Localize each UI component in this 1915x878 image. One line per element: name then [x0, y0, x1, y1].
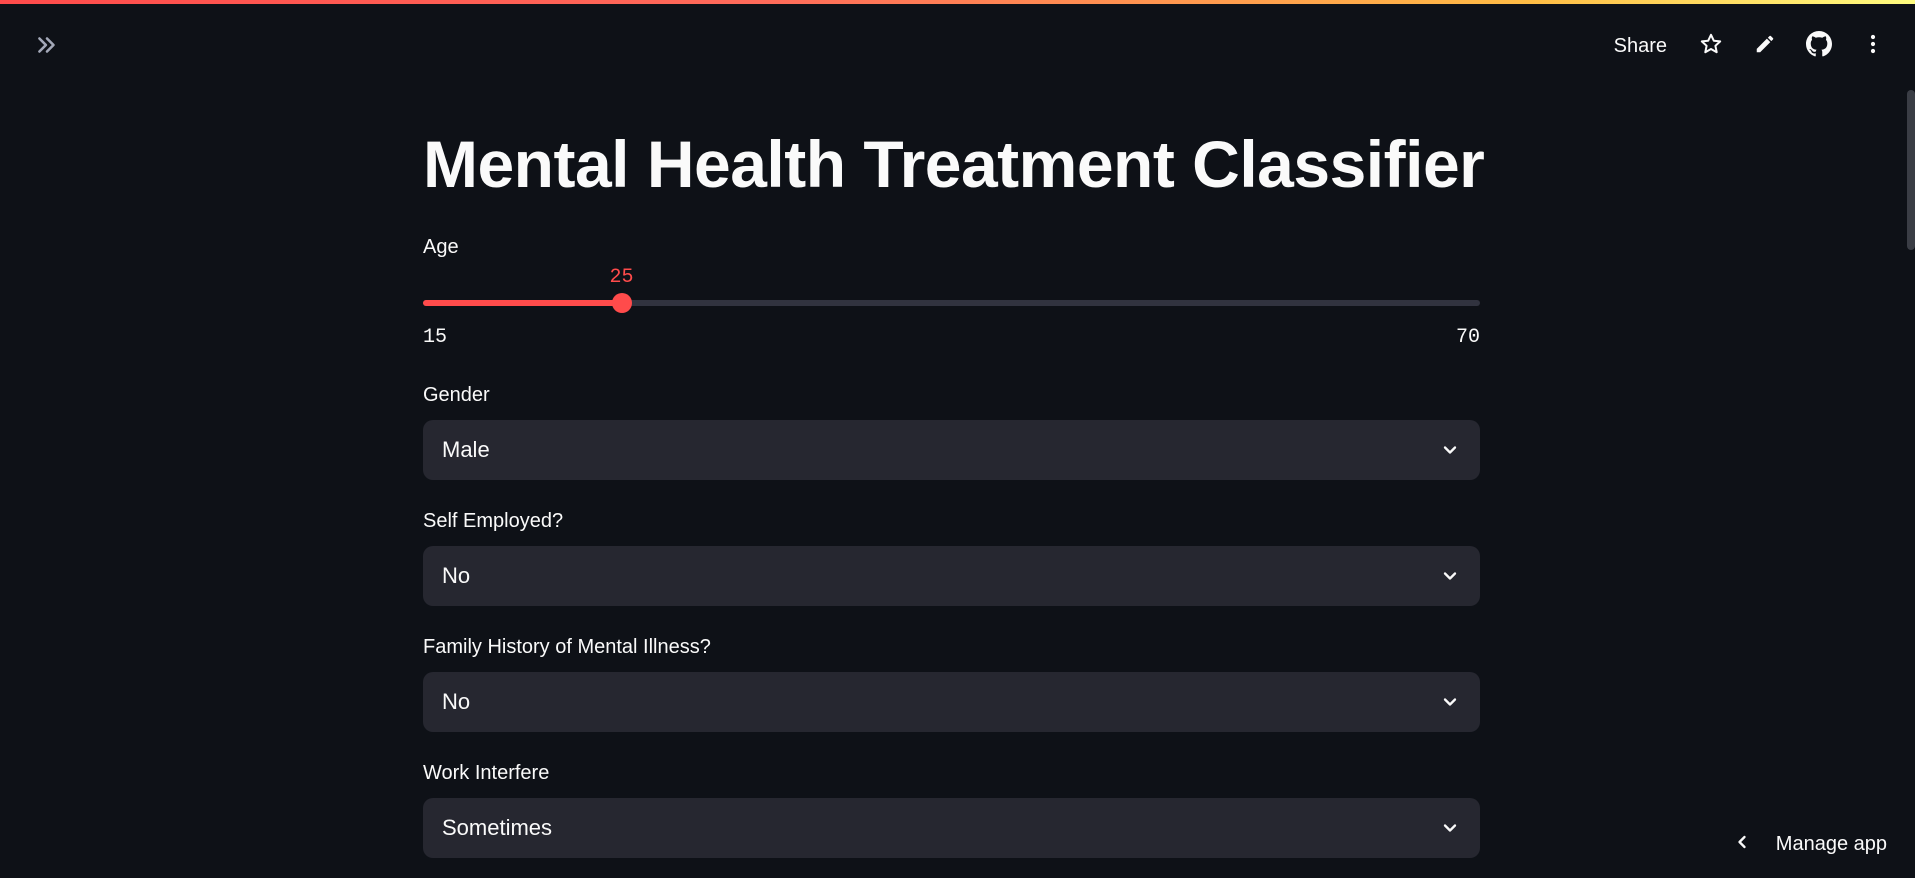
age-label: Age — [423, 236, 459, 258]
age-slider-min: 15 — [423, 326, 448, 349]
more-vertical-icon — [1861, 32, 1885, 61]
chevron-left-icon — [1732, 832, 1752, 857]
age-slider[interactable]: 25 15 70 — [423, 262, 1480, 352]
star-icon — [1699, 32, 1723, 61]
github-icon — [1806, 30, 1832, 62]
work-interfere-select-value: Sometimes — [442, 815, 553, 840]
double-chevron-right-icon — [34, 32, 60, 63]
top-decoration-bar — [0, 0, 1915, 4]
chevron-down-icon — [1438, 564, 1462, 588]
family-history-select-value: No — [442, 689, 471, 714]
work-interfere-select[interactable]: Sometimes — [423, 798, 1480, 858]
age-slider-thumb[interactable] — [611, 293, 632, 313]
header-toolbar: Share — [1602, 24, 1895, 68]
page-scrollbar[interactable] — [1907, 90, 1915, 250]
gender-select-value: Male — [442, 437, 490, 462]
age-slider-fill — [423, 300, 622, 306]
page-title: Mental Health Treatment Classifier — [423, 127, 1485, 201]
pencil-icon — [1754, 33, 1776, 60]
gender-label: Gender — [423, 384, 490, 406]
main-menu-button[interactable] — [1851, 24, 1895, 68]
family-history-label: Family History of Mental Illness? — [423, 636, 711, 658]
github-button[interactable] — [1797, 24, 1841, 68]
work-interfere-label: Work Interfere — [423, 762, 550, 784]
manage-app-label: Manage app — [1775, 832, 1887, 855]
self-employed-select[interactable]: No — [423, 546, 1480, 606]
sidebar-toggle-button[interactable] — [30, 30, 64, 64]
manage-app-button[interactable]: Manage app — [1732, 824, 1887, 864]
streamlit-app: Share Mental Health Treatment Classifier… — [0, 0, 1915, 878]
age-slider-value: 25 — [609, 266, 634, 289]
chevron-down-icon — [1438, 690, 1462, 714]
self-employed-select-value: No — [442, 563, 471, 588]
gender-select[interactable]: Male — [423, 420, 1480, 480]
family-history-select[interactable]: No — [423, 672, 1480, 732]
self-employed-label: Self Employed? — [423, 510, 564, 532]
share-button[interactable]: Share — [1602, 35, 1679, 58]
chevron-down-icon — [1438, 816, 1462, 840]
chevron-down-icon — [1438, 438, 1462, 462]
age-slider-max: 70 — [1455, 326, 1480, 349]
favorite-button[interactable] — [1689, 24, 1733, 68]
edit-button[interactable] — [1743, 24, 1787, 68]
